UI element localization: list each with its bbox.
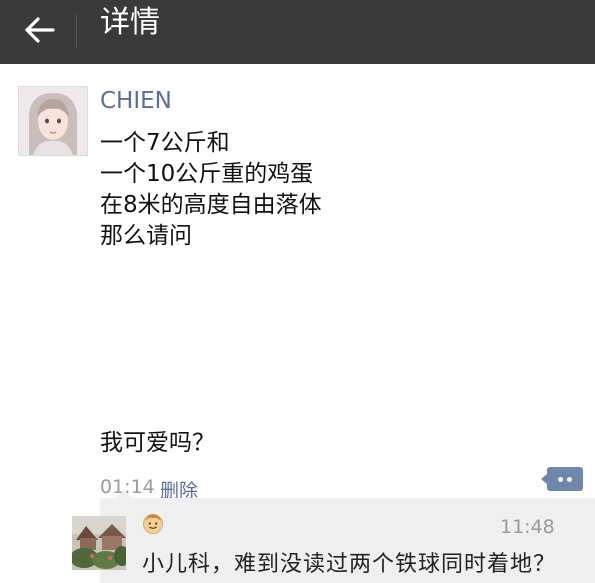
post-body: 一个7公斤和 一个10公斤重的鸡蛋 在8米的高度自由落体 那么请问 xyxy=(100,130,322,249)
more-dots-icon xyxy=(558,476,563,482)
comment-time: 11:48 xyxy=(500,516,555,538)
back-button[interactable] xyxy=(20,10,60,50)
comment-text[interactable]: 小儿科，难到没读过两个铁球同时着地？ xyxy=(142,546,556,578)
author-avatar[interactable] xyxy=(18,86,88,156)
commenter-avatar[interactable] xyxy=(72,516,126,570)
dot xyxy=(567,476,572,482)
author-name[interactable]: CHIEN xyxy=(100,88,172,114)
girl-avatar-photo xyxy=(19,87,87,155)
post-body-end: 我可爱吗？ xyxy=(100,430,215,456)
top-bar: 详情 xyxy=(0,0,595,64)
garden-photo-avatar xyxy=(72,516,126,570)
smiley-face-icon xyxy=(142,512,164,534)
header-divider xyxy=(76,14,77,48)
page-title: 详情 xyxy=(100,5,160,40)
comment-button[interactable] xyxy=(541,467,583,491)
arrow-left-icon xyxy=(25,17,55,43)
